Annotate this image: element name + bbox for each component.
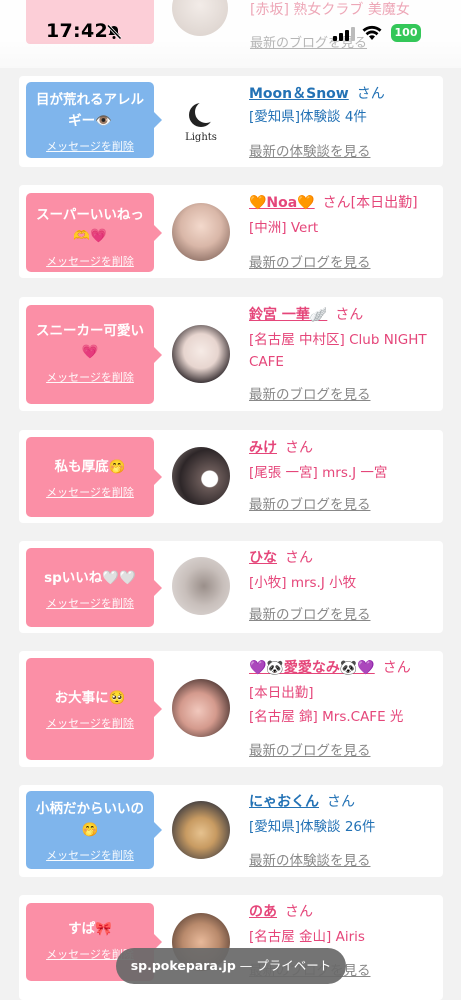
latest-review-link[interactable]: 最新の体験談を見る [249,849,371,869]
user-name-link[interactable]: にゃおくん [249,794,319,810]
user-info: みけ さん [尾張 一宮] mrs.J 一宮 [249,438,439,484]
honorific: さん [382,660,411,676]
avatar[interactable]: Lights [172,93,230,151]
avatar[interactable] [172,679,230,737]
user-detail: [愛知県]体験談 26件 [249,819,376,835]
avatar[interactable] [172,801,230,859]
message-text: 私も厚底🤭 [54,459,126,475]
message-card: 目が荒れるアレルギー👁️ メッセージを削除 Lights Moon＆Snow さん… [19,76,443,167]
cellular-signal-icon [333,27,355,41]
latest-blog-link[interactable]: 最新のブログを見る [249,603,371,623]
user-info: ひな さん [小牧] mrs.J 小牧 [249,548,439,594]
user-name-link[interactable]: 🧡Noa🧡 [249,195,315,211]
latest-blog-link[interactable]: 最新のブログを見る [249,251,371,271]
previous-card-avatar [172,0,228,36]
private-mode-label: — プライベート [235,958,332,973]
battery-indicator: 100 [391,24,421,42]
message-bubble: spいいね🤍🤍 メッセージを削除 [26,548,162,627]
message-text: スーパーいいねっ🫶💗 [36,207,144,244]
message-card: 小柄だからいいの🤭 メッセージを削除 にゃおくん さん [愛知県]体験談 26件 … [19,785,443,877]
avatar[interactable] [172,325,230,383]
user-name-link[interactable]: みけ [249,440,277,456]
previous-card-detail: [赤坂] 熟女クラブ 美魔女 [250,2,410,18]
user-detail: [中洲] Vert [249,220,319,236]
user-detail: [名古屋 中村区] Club NIGHT CAFE [249,332,427,370]
message-card: 私も厚底🤭 メッセージを削除 みけ さん [尾張 一宮] mrs.J 一宮 最新の… [19,430,443,523]
avatar[interactable] [172,447,230,505]
user-detail: [名古屋 金山] Airis [249,929,365,945]
user-name-link[interactable]: 💜🐼愛愛なみ🐼💜 [249,660,375,676]
lights-logo-icon: Lights [185,101,217,143]
latest-blog-link[interactable]: 最新のブログを見る [249,493,371,513]
message-bubble: 私も厚底🤭 メッセージを削除 [26,437,162,517]
url-host: sp.pokepara.jp [130,958,236,973]
latest-review-link[interactable]: 最新の体験談を見る [249,140,371,160]
delete-message-link[interactable]: メッセージを削除 [46,253,134,269]
wifi-icon [362,25,382,40]
message-card: スニーカー可愛い💗 メッセージを削除 鈴宮 一華🪽 さん [名古屋 中村区] Cl… [19,297,443,411]
user-detail: [小牧] mrs.J 小牧 [249,575,357,591]
user-info: Moon＆Snow さん [愛知県]体験談 4件 [249,84,439,128]
delete-message-link[interactable]: メッセージを削除 [46,484,134,500]
avatar[interactable] [172,203,230,261]
user-detail: [名古屋 錦] Mrs.CAFE 光 [249,709,404,725]
user-detail: [愛知県]体験談 4件 [249,109,367,125]
delete-message-link[interactable]: メッセージを削除 [46,715,134,731]
user-info: 💜🐼愛愛なみ🐼💜 さん [本日出勤] [名古屋 錦] Mrs.CAFE 光 [249,658,439,728]
message-text: 目が荒れるアレルギー👁️ [36,92,144,129]
latest-blog-link[interactable]: 最新のブログを見る [249,383,371,403]
user-detail: [尾張 一宮] mrs.J 一宮 [249,465,388,481]
status-bar: [赤坂] 熟女クラブ 美魔女 最新のブログを見る 17:42 100 [0,0,461,68]
user-info: にゃおくん さん [愛知県]体験談 26件 [249,792,439,838]
honorific: さん [285,440,313,456]
message-text: 小柄だからいいの🤭 [36,801,144,838]
user-name-link[interactable]: 鈴宮 一華🪽 [249,307,327,323]
address-bar[interactable]: sp.pokepara.jp — プライベート [116,948,346,984]
message-bubble: スーパーいいねっ🫶💗 メッセージを削除 [26,193,162,272]
svg-text:Lights: Lights [185,132,217,143]
avatar[interactable] [172,557,230,615]
message-text: お大事に🥺 [54,690,126,706]
honorific: さん [335,307,364,323]
delete-message-link[interactable]: メッセージを削除 [46,595,134,611]
user-detail: [本日出勤] [249,685,314,701]
honorific: さん [285,550,313,566]
honorific: さん [327,794,355,810]
user-info: 鈴宮 一華🪽 さん [名古屋 中村区] Club NIGHT CAFE [249,305,439,373]
message-bubble: お大事に🥺 メッセージを削除 [26,658,162,760]
user-info: 🧡Noa🧡 さん[本日出勤] [中洲] Vert [249,193,439,239]
message-card: お大事に🥺 メッセージを削除 💜🐼愛愛なみ🐼💜 さん [本日出勤] [名古屋 錦]… [19,651,443,767]
delete-message-link[interactable]: メッセージを削除 [46,138,134,154]
user-name-link[interactable]: Moon＆Snow [249,86,349,102]
message-bubble: スニーカー可愛い💗 メッセージを削除 [26,305,162,404]
honorific: さん [285,904,313,920]
delete-message-link[interactable]: メッセージを削除 [46,369,134,385]
user-name-link[interactable]: ひな [249,550,277,566]
clock: 17:42 [46,20,108,42]
honorific: さん[本日出勤] [322,195,418,211]
message-bubble: 小柄だからいいの🤭 メッセージを削除 [26,791,162,869]
user-name-link[interactable]: のあ [249,904,277,920]
message-text: スニーカー可愛い💗 [36,323,144,360]
mute-bell-icon [106,24,122,40]
message-card: スーパーいいねっ🫶💗 メッセージを削除 🧡Noa🧡 さん[本日出勤] [中洲] V… [19,185,443,278]
delete-message-link[interactable]: メッセージを削除 [46,847,134,863]
honorific: さん [356,86,385,102]
message-text: spいいね🤍🤍 [44,570,136,586]
message-bubble: 目が荒れるアレルギー👁️ メッセージを削除 [26,82,162,158]
latest-blog-link[interactable]: 最新のブログを見る [249,739,371,759]
user-info: のあ さん [名古屋 金山] Airis [249,902,439,948]
message-card: spいいね🤍🤍 メッセージを削除 ひな さん [小牧] mrs.J 小牧 最新のブ… [19,541,443,633]
message-text: すぱ🎀 [68,921,112,937]
